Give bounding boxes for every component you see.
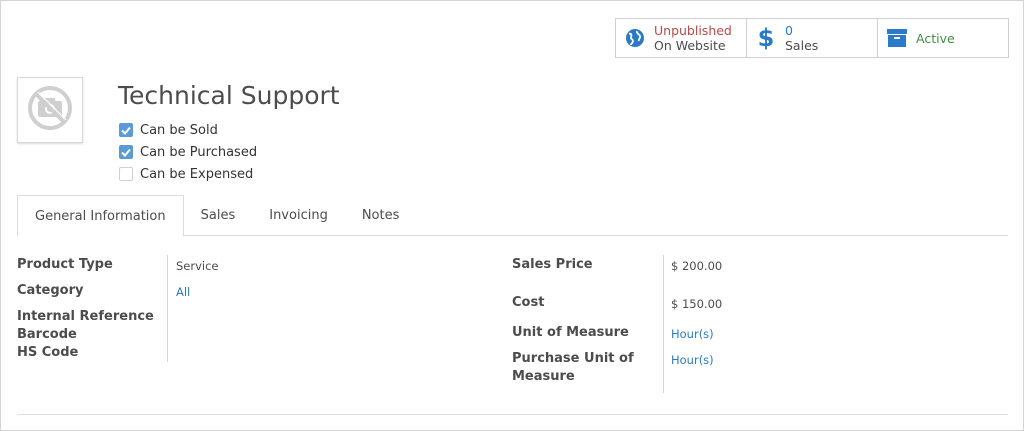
active-toggle-button[interactable]: Active — [877, 18, 1009, 58]
purchase-uom-label-line1: Purchase Unit of — [512, 351, 634, 366]
tab-invoicing[interactable]: Invoicing — [252, 195, 345, 236]
left-divider — [167, 255, 168, 362]
hs-code-field[interactable] — [176, 344, 496, 362]
product-type-field[interactable]: Service — [176, 257, 219, 275]
purchase-uom-label-line2: Measure — [512, 369, 575, 384]
tab-general-information[interactable]: General Information — [17, 195, 184, 237]
product-image[interactable] — [17, 77, 83, 143]
can-be-expensed-row[interactable]: Can be Expensed — [119, 163, 257, 185]
no-camera-icon — [26, 84, 74, 136]
website-status-label: Unpublished — [654, 23, 732, 38]
product-form-sheet: Unpublished On Website $ 0 Sales Active — [0, 0, 1024, 431]
product-name[interactable]: Technical Support — [118, 81, 340, 110]
internal-reference-field[interactable] — [176, 308, 496, 326]
product-type-label: Product Type — [17, 257, 113, 272]
barcode-label: Barcode — [17, 327, 77, 342]
sales-count-button[interactable]: $ 0 Sales — [746, 18, 878, 58]
form-tabs: General Information Sales Invoicing Note… — [17, 195, 1008, 237]
unit-of-measure-field[interactable]: Hour(s) — [671, 325, 714, 343]
sales-price-field[interactable]: $ 200.00 — [671, 257, 722, 275]
tab-sales[interactable]: Sales — [184, 195, 253, 236]
globe-icon — [624, 27, 646, 49]
category-field[interactable]: All — [176, 283, 190, 301]
sales-price-label: Sales Price — [512, 257, 593, 272]
cost-label: Cost — [512, 295, 545, 310]
product-options: Can be Sold Can be Purchased Can be Expe… — [119, 119, 257, 185]
right-divider — [663, 255, 664, 393]
can-be-expensed-label: Can be Expensed — [140, 166, 254, 182]
website-publish-button[interactable]: Unpublished On Website — [615, 18, 747, 58]
website-label: On Website — [654, 38, 726, 53]
category-label: Category — [17, 283, 84, 298]
sales-count: 0 — [785, 23, 793, 38]
tab-notes[interactable]: Notes — [345, 195, 417, 236]
purchase-uom-field[interactable]: Hour(s) — [671, 351, 714, 369]
can-be-sold-checkbox[interactable] — [119, 123, 133, 137]
can-be-purchased-label: Can be Purchased — [140, 144, 258, 160]
cost-field[interactable]: $ 150.00 — [671, 295, 722, 313]
dollar-icon: $ — [757, 24, 775, 52]
internal-reference-label: Internal Reference — [17, 309, 154, 324]
purchase-uom-label: Purchase Unit of Measure — [512, 350, 634, 386]
barcode-field[interactable] — [176, 326, 496, 344]
can-be-purchased-checkbox[interactable] — [119, 145, 133, 159]
section-divider — [17, 414, 1008, 415]
hs-code-label: HS Code — [17, 345, 79, 360]
active-label: Active — [916, 30, 955, 46]
unit-of-measure-label: Unit of Measure — [512, 325, 629, 340]
sales-label: Sales — [785, 38, 819, 53]
can-be-purchased-row[interactable]: Can be Purchased — [119, 141, 257, 163]
can-be-sold-label: Can be Sold — [140, 122, 218, 138]
archive-icon — [886, 27, 908, 49]
can-be-expensed-checkbox[interactable] — [119, 167, 133, 181]
can-be-sold-row[interactable]: Can be Sold — [119, 119, 257, 141]
